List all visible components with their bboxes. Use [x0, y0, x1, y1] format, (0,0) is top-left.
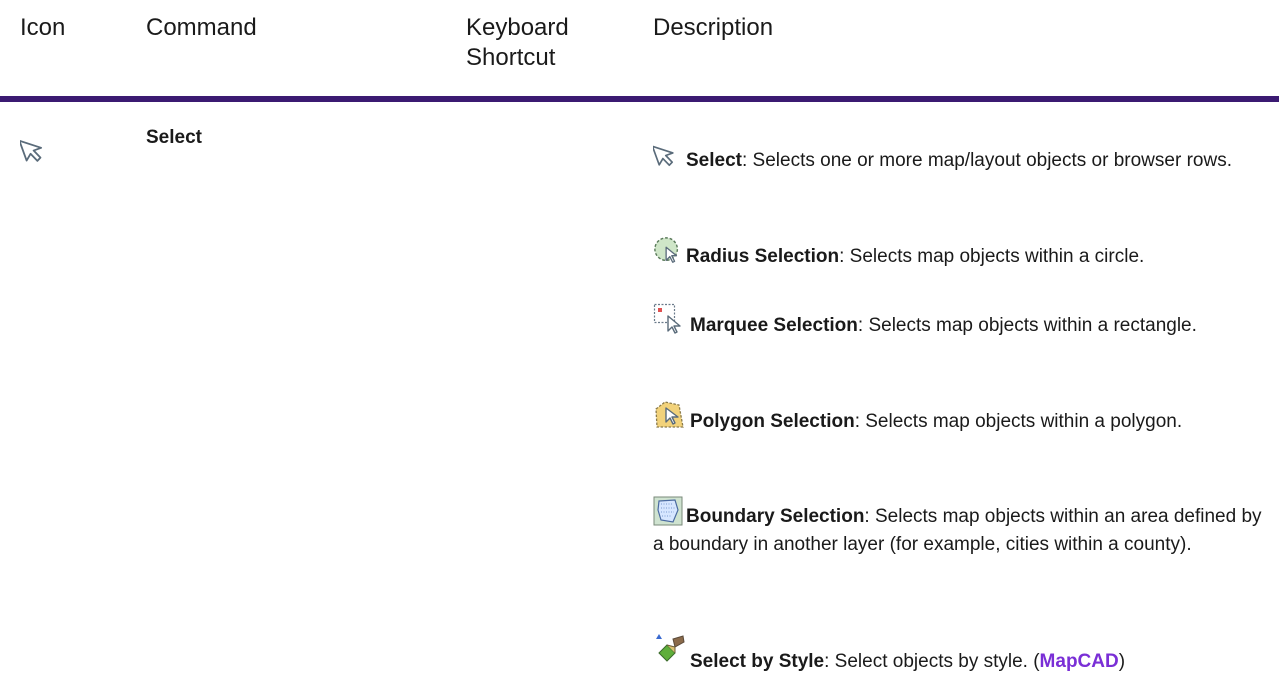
- desc-item-name: Polygon Selection: [690, 411, 855, 432]
- polygon-selection-icon: [653, 399, 687, 431]
- desc-item-polygon-selection: Polygon Selection: Selects map objects w…: [653, 399, 1263, 436]
- desc-item-radius-selection: Radius Selection: Selects map objects wi…: [653, 236, 1263, 271]
- desc-item-text-after: ): [1118, 651, 1126, 672]
- desc-item-text: : Selects one or more map/layout objects…: [741, 150, 1232, 171]
- select-by-style-icon: [653, 634, 687, 669]
- desc-item-select: Select: Selects one or more map/layout o…: [653, 140, 1263, 175]
- header-divider: [0, 96, 1279, 102]
- desc-item-text: : Select objects by style. (: [824, 651, 1040, 672]
- radius-selection-icon: [653, 236, 683, 266]
- desc-item-name: Marquee Selection: [690, 315, 858, 336]
- command-select: Select: [146, 127, 202, 148]
- desc-item-name: Select by Style: [690, 651, 825, 672]
- desc-item-text: : Selects map objects within a polygon.: [854, 411, 1183, 432]
- marquee-selection-icon: [653, 303, 687, 335]
- select-arrow-icon: [18, 134, 52, 166]
- header-keyboard-shortcut: Keyboard Shortcut: [466, 13, 569, 73]
- desc-item-marquee-selection: Marquee Selection: Selects map objects w…: [653, 303, 1263, 340]
- desc-item-name: Select: [686, 150, 742, 171]
- mapcad-link[interactable]: MapCAD: [1040, 651, 1119, 672]
- desc-item-select-by-style: Select by Style: Select objects by style…: [653, 634, 1263, 676]
- desc-item-name: Radius Selection: [686, 246, 840, 267]
- desc-item-text: : Selects map objects within a rectangle…: [857, 315, 1197, 336]
- desc-item-name: Boundary Selection: [686, 506, 865, 527]
- header-command: Command: [146, 14, 257, 41]
- header-shortcut-line1: Keyboard: [466, 14, 569, 41]
- desc-item-text: : Selects map objects within a circle.: [839, 246, 1145, 267]
- desc-item-boundary-selection: Boundary Selection: Selects map objects …: [653, 496, 1263, 559]
- header-description: Description: [653, 14, 774, 41]
- select-arrow-icon: [653, 140, 683, 170]
- boundary-selection-icon: [653, 496, 683, 526]
- header-shortcut-line2: Shortcut: [466, 44, 556, 71]
- header-icon: Icon: [20, 14, 66, 41]
